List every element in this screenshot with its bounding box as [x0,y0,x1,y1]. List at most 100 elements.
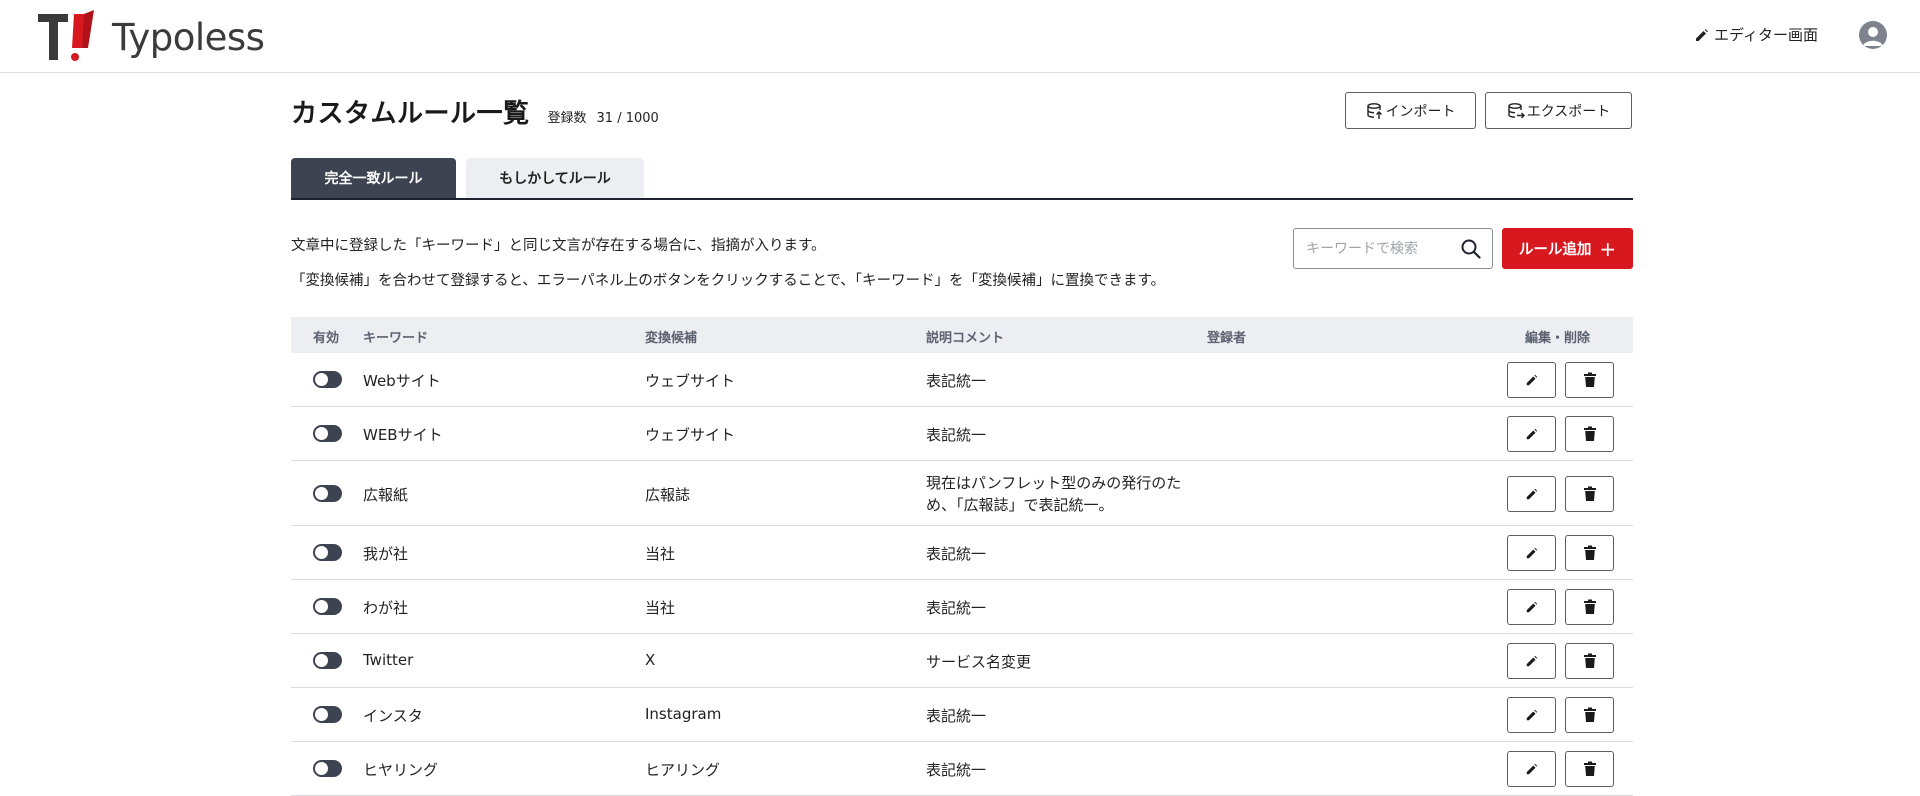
enabled-toggle[interactable] [313,652,342,669]
comment-line-1: 現在はパンフレット型のみの発行のた [926,473,1182,492]
brand-name: Typoless [112,15,265,59]
export-button-label: エクスポート [1526,103,1611,120]
registered-count-label: 登録数 [547,111,587,126]
column-candidate: 変換候補 [645,331,698,346]
import-button[interactable]: インポート [1345,92,1476,129]
pencil-icon [1525,708,1539,722]
editor-link-label: エディター画面 [1714,26,1818,44]
edit-button[interactable] [1507,475,1556,512]
logo-mark-icon [38,10,100,64]
description-line-2: 「変換候補」を合わせて登録すると、エラーパネル上のボタンをクリックすることで、「… [291,273,1166,289]
comment-line-1: サービス名変更 [926,653,1032,671]
enabled-toggle[interactable] [313,371,342,388]
table-row: わが社 当社 表記統一 [291,580,1633,634]
trash-icon [1583,545,1597,561]
trash-icon [1583,486,1597,502]
edit-button[interactable] [1507,643,1556,679]
editor-link[interactable]: エディター画面 [1694,24,1818,45]
column-actions: 編集・削除 [1525,331,1591,346]
delete-button[interactable] [1565,535,1614,571]
edit-button[interactable] [1507,362,1556,398]
edit-button[interactable] [1507,535,1556,571]
title-row: カスタムルール一覧 登録数 31 / 1000 [291,93,659,130]
enabled-toggle[interactable] [313,544,342,561]
candidate-cell: 広報誌 [645,485,691,504]
add-rule-button[interactable]: ルール追加 + [1502,228,1633,269]
edit-button[interactable] [1507,751,1556,787]
delete-button[interactable] [1565,362,1614,398]
comment-cell: 表記統一 [926,424,1216,446]
comment-cell: 表記統一 [926,705,1216,727]
database-export-icon [1508,102,1525,118]
candidate-cell: 当社 [645,545,676,563]
search-icon[interactable] [1460,238,1482,260]
pencil-icon [1525,654,1539,668]
keyword-cell: インスタ [363,707,423,725]
enabled-toggle[interactable] [313,706,342,723]
keyword-cell: WEBサイト [363,426,443,444]
enabled-toggle[interactable] [313,760,342,777]
pencil-icon [1696,28,1708,41]
trash-icon [1583,426,1597,442]
pencil-icon [1525,427,1539,441]
keyword-cell: Twitter [363,651,414,669]
import-button-label: インポート [1385,103,1456,120]
comment-line-1: 表記統一 [926,545,987,563]
enabled-toggle[interactable] [313,598,342,615]
comment-cell: サービス名変更 [926,651,1216,673]
add-rule-label: ルール追加 [1518,242,1592,258]
plus-icon: + [1599,236,1617,261]
enabled-toggle[interactable] [313,425,342,442]
delete-button[interactable] [1565,751,1614,787]
pencil-icon [1525,762,1539,776]
rule-description: 文章中に登録した「キーワード」と同じ文言が存在する場合に、指摘が入ります。 「変… [291,229,1165,299]
table-body: Webサイト ウェブサイト 表記統一 WEBサイト ウェブサイト 表記統一 広報紙 広報誌 現在… [291,353,1633,796]
comment-line-1: 表記統一 [926,707,987,725]
tab-maybe-rule[interactable]: もしかしてルール [466,158,644,198]
table-row: 我が社 当社 表記統一 [291,526,1633,580]
comment-cell: 表記統一 [926,370,1216,392]
delete-button[interactable] [1565,697,1614,733]
delete-button[interactable] [1565,643,1614,679]
search-input[interactable] [1306,238,1456,260]
pencil-icon [1525,373,1539,387]
delete-button[interactable] [1565,416,1614,452]
column-registrant: 登録者 [1207,331,1247,346]
keyword-cell: Webサイト [363,372,441,390]
table-row: ヒヤリング ヒアリング 表記統一 [291,742,1633,796]
edit-button[interactable] [1507,416,1556,452]
candidate-cell: X [645,651,656,669]
app-header: Typoless エディター画面 [0,0,1920,73]
comment-line-1: 表記統一 [926,426,987,444]
keyword-cell: わが社 [363,599,409,617]
column-comment: 説明コメント [926,331,1005,346]
comment-cell: 表記統一 [926,759,1216,781]
trash-icon [1583,761,1597,777]
delete-button[interactable] [1565,589,1614,625]
table-row: Webサイト ウェブサイト 表記統一 [291,353,1633,407]
pencil-icon [1525,600,1539,614]
candidate-cell: 当社 [645,599,676,617]
export-button[interactable]: エクスポート [1485,92,1632,129]
comment-line-2: め、「広報誌」で表記統一。 [926,495,1114,514]
tab-exact-match[interactable]: 完全一致ルール [291,158,456,198]
edit-button[interactable] [1507,697,1556,733]
candidate-cell: Instagram [645,705,722,723]
delete-button[interactable] [1565,475,1614,512]
comment-line-1: 表記統一 [926,599,987,617]
trash-icon [1583,372,1597,388]
edit-button[interactable] [1507,589,1556,625]
user-avatar-icon[interactable] [1859,21,1887,49]
table-row: 広報紙 広報誌 現在はパンフレット型のみの発行のた め、「広報誌」で表記統一。 [291,461,1633,526]
table-row: Twitter X サービス名変更 [291,634,1633,688]
typoless-logo[interactable]: Typoless [38,10,265,64]
table-row: WEBサイト ウェブサイト 表記統一 [291,407,1633,461]
rules-table: 有効 キーワード 変換候補 説明コメント 登録者 編集・削除 Webサイト ウェブ… [291,317,1633,796]
table-row: インスタ Instagram 表記統一 [291,688,1633,742]
description-line-1: 文章中に登録した「キーワード」と同じ文言が存在する場合に、指摘が入ります。 [291,238,826,254]
pencil-icon [1525,546,1539,560]
candidate-cell: ウェブサイト [645,372,736,390]
enabled-toggle[interactable] [313,484,342,502]
registered-count-value: 31 / 1000 [596,111,659,126]
candidate-cell: ウェブサイト [645,426,736,444]
